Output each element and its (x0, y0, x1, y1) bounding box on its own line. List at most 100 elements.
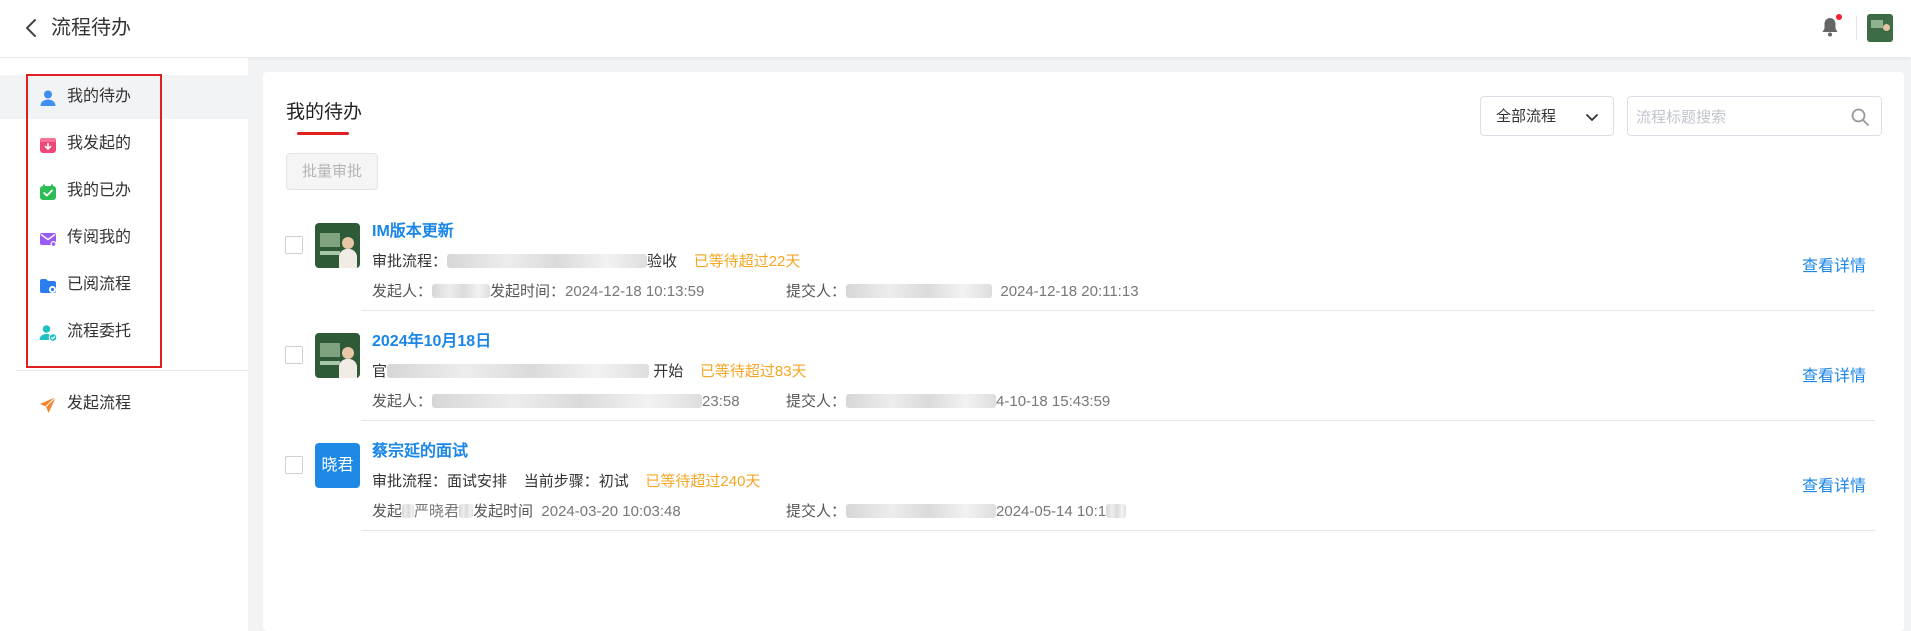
flow-filter-select[interactable]: 全部流程 (1480, 96, 1614, 136)
search-box (1627, 96, 1882, 136)
submitter-label: 提交人： (786, 503, 847, 520)
submit-time: 4-10-18 15:43:59 (996, 393, 1111, 410)
view-details-link[interactable]: 查看详情 (1802, 477, 1866, 497)
redacted-text (387, 364, 650, 378)
row-divider (361, 530, 1875, 531)
redacted-text (447, 254, 648, 268)
submit-time: 2024-12-18 20:11:13 (1000, 283, 1139, 300)
redacted-text (432, 284, 491, 298)
start-time: 2024-12-18 10:13:59 (565, 283, 705, 300)
sidebar-item-initiated[interactable]: 我发起的 (0, 122, 248, 166)
view-details-link[interactable]: 查看详情 (1802, 367, 1866, 387)
initiator-label: 发起人： (372, 393, 433, 410)
wait-status: 已等待超过240天 (645, 473, 761, 490)
paper-plane-icon (40, 396, 57, 413)
flow-value: 面试安排 (447, 473, 508, 490)
row-checkbox[interactable] (285, 346, 303, 364)
task-flow-line: 审批流程： 验收 已等待超过22天 (372, 252, 800, 272)
submitter-label: 提交人： (786, 393, 847, 410)
folder-eye-icon (40, 279, 56, 293)
sidebar: 我的待办 我发起的 我的已办 传阅我的 已阅流程 流程委托 发起流程 (0, 58, 248, 631)
task-avatar (315, 333, 360, 378)
task-flow-line: 官 开始 已等待超过83天 (372, 362, 807, 382)
flow-tail: 开始 (653, 363, 684, 380)
chevron-down-icon (1586, 114, 1598, 121)
row-divider (361, 420, 1875, 421)
search-input[interactable] (1636, 105, 1836, 129)
task-title[interactable]: IM版本更新 (372, 222, 454, 242)
sidebar-item-start-flow[interactable]: 发起流程 (0, 382, 248, 426)
header-divider (1856, 16, 1857, 40)
sidebar-item-delegate[interactable]: 流程委托 (0, 310, 248, 354)
sidebar-item-label: 传阅我的 (67, 229, 132, 246)
task-submit-meta: 提交人： 2024-05-14 10:1 (786, 502, 1127, 522)
title-underline (297, 132, 349, 135)
sidebar-item-read[interactable]: 已阅流程 (0, 263, 248, 307)
flow-label: 审批流程： (372, 253, 448, 270)
sidebar-item-label: 流程委托 (67, 323, 132, 340)
check-bag-icon (40, 184, 56, 200)
flow-tail: 验收 (647, 253, 678, 270)
person-icon (40, 90, 56, 106)
submitter-label: 提交人： (786, 283, 847, 300)
step-label: 当前步骤： (523, 473, 599, 490)
task-avatar: 晓君 (315, 443, 360, 488)
task-start-meta: 发起人： 23:58 (372, 392, 740, 412)
view-details-link[interactable]: 查看详情 (1802, 257, 1866, 277)
redacted-text (459, 504, 474, 518)
sidebar-item-done[interactable]: 我的已办 (0, 169, 248, 213)
start-time: 23:58 (702, 393, 740, 410)
top-header: 流程待办 (0, 0, 1911, 57)
sidebar-item-label: 已阅流程 (67, 276, 132, 293)
task-avatar (315, 223, 360, 268)
task-start-meta: 发起 严晓君 发起时间 2024-03-20 10:03:48 (372, 502, 681, 522)
batch-approve-button[interactable]: 批量审批 (286, 153, 378, 190)
task-row: IM版本更新 审批流程： 验收 已等待超过22天 发起人： 发起时间：2024-12… (263, 214, 1904, 324)
task-start-meta: 发起人： 发起时间：2024-12-18 10:13:59 (372, 282, 704, 302)
sidebar-item-label: 发起流程 (67, 395, 132, 412)
start-time: 2024-03-20 10:03:48 (541, 503, 681, 520)
wait-status: 已等待超过83天 (699, 363, 807, 380)
start-time-label: 发起时间 (473, 503, 534, 520)
redacted-text (846, 394, 997, 408)
sidebar-item-my-todo[interactable]: 我的待办 (0, 75, 248, 119)
task-row: 2024年10月18日 官 开始 已等待超过83天 发起人： 23:58 提交人：… (263, 324, 1904, 434)
row-checkbox[interactable] (285, 456, 303, 474)
task-title[interactable]: 2024年10月18日 (372, 332, 491, 352)
task-submit-meta: 提交人： 2024-12-18 20:11:13 (786, 282, 1139, 302)
user-avatar[interactable] (1867, 14, 1893, 42)
inbox-download-icon (40, 138, 56, 153)
redacted-text (1106, 504, 1127, 518)
initiator-label: 发起人： (372, 283, 433, 300)
flow-filter-value: 全部流程 (1496, 108, 1557, 125)
submit-time: 2024-05-14 10:1 (996, 503, 1107, 520)
redacted-text (846, 504, 997, 518)
sidebar-item-label: 我发起的 (67, 135, 132, 152)
row-divider (361, 310, 1875, 311)
flow-label: 审批流程： (372, 473, 448, 490)
redacted-text (402, 504, 415, 518)
task-title[interactable]: 蔡宗延的面试 (372, 442, 468, 462)
notification-dot (1836, 14, 1842, 20)
task-submit-meta: 提交人： 4-10-18 15:43:59 (786, 392, 1110, 412)
task-row: 晓君 蔡宗延的面试 审批流程：面试安排 当前步骤：初试 已等待超过240天 发起… (263, 434, 1904, 544)
wait-status: 已等待超过22天 (693, 253, 801, 270)
page-title: 流程待办 (51, 17, 131, 39)
sidebar-item-label: 我的已办 (67, 182, 132, 199)
start-time-label: 发起时间： (490, 283, 566, 300)
initiator-label: 发起 (372, 503, 403, 520)
sidebar-item-circulated[interactable]: 传阅我的 (0, 216, 248, 260)
flow-label: 官 (372, 363, 388, 380)
row-checkbox[interactable] (285, 236, 303, 254)
search-icon[interactable] (1850, 107, 1870, 127)
step-value: 初试 (598, 473, 629, 490)
sidebar-item-label: 我的待办 (67, 88, 132, 105)
redacted-text (432, 394, 703, 408)
user-delegate-icon (39, 325, 57, 342)
section-title: 我的待办 (286, 102, 363, 123)
mail-icon (40, 233, 57, 247)
sidebar-divider (16, 370, 248, 371)
task-flow-line: 审批流程：面试安排 当前步骤：初试 已等待超过240天 (372, 472, 760, 492)
initiator-name: 严晓君 (414, 503, 460, 520)
back-arrow-icon[interactable] (22, 16, 42, 40)
